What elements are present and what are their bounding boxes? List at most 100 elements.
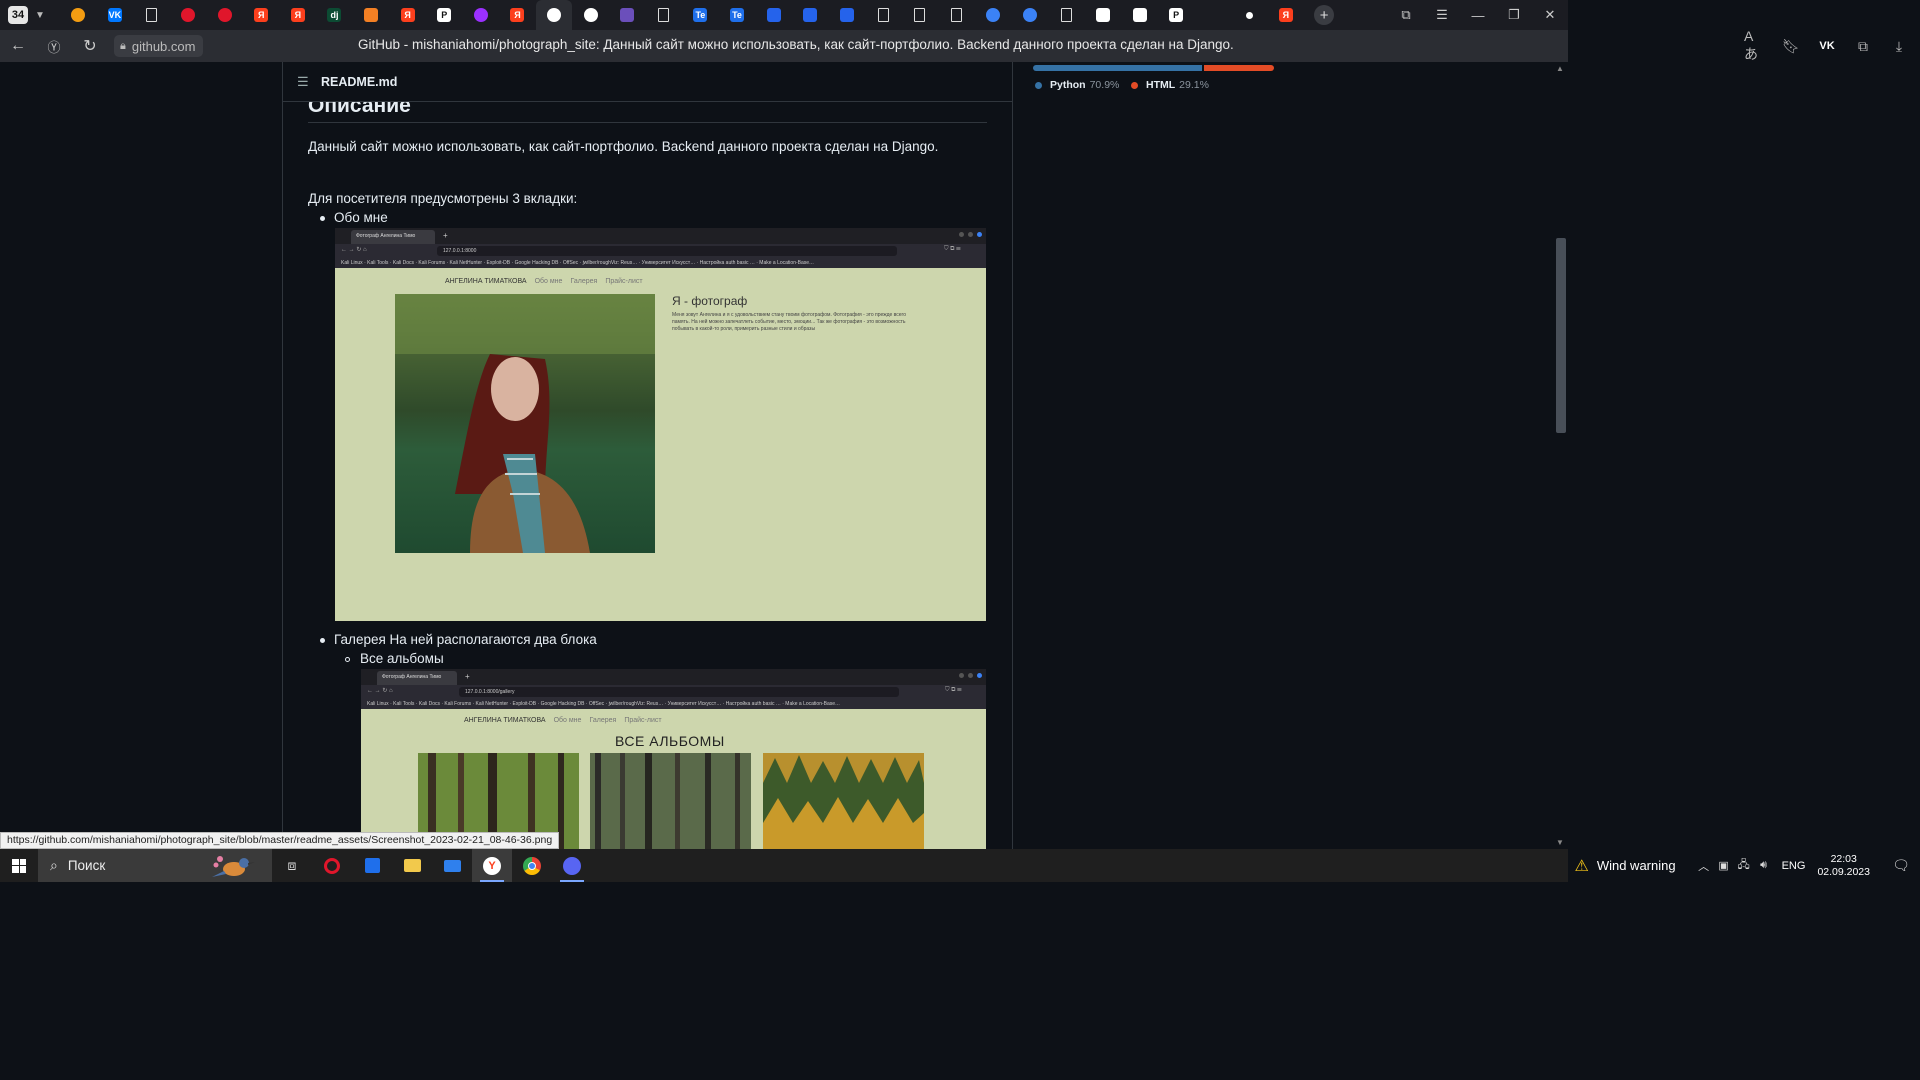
- site-nav-item: Галерея: [570, 278, 598, 285]
- browser-tab[interactable]: [463, 0, 500, 30]
- language-python[interactable]: Python 70.9%: [1035, 79, 1119, 91]
- browser-tab[interactable]: [755, 0, 792, 30]
- browser-tab[interactable]: [206, 0, 243, 30]
- notifications-icon[interactable]: 🗨︎: [1882, 857, 1920, 874]
- browser-tab[interactable]: Te: [719, 0, 756, 30]
- file-explorer-icon[interactable]: [392, 849, 432, 882]
- browser-tab[interactable]: [60, 0, 97, 30]
- browser-tab[interactable]: [170, 0, 207, 30]
- download-icon[interactable]: ⤓: [1888, 35, 1910, 57]
- back-icon[interactable]: ←: [0, 30, 36, 62]
- minimize-button[interactable]: —: [1460, 0, 1496, 30]
- browser-tab[interactable]: [792, 0, 829, 30]
- chevron-up-icon[interactable]: ︿: [1694, 858, 1714, 874]
- scrollbar-thumb[interactable]: [1556, 238, 1566, 433]
- browser-tab[interactable]: [572, 0, 609, 30]
- opera-taskbar-icon[interactable]: [312, 849, 352, 882]
- reload-icon[interactable]: ↻: [72, 30, 108, 62]
- start-button[interactable]: [0, 849, 38, 882]
- task-view-icon[interactable]: ⧈: [272, 849, 312, 882]
- tab-count-badge[interactable]: 34: [8, 6, 28, 24]
- screenshot-bookmarks: Kali Linux · Kali Tools · Kali Docs · Ka…: [335, 258, 986, 268]
- browser-tab[interactable]: [353, 0, 390, 30]
- browser-tab[interactable]: [535, 0, 573, 30]
- screenshot-url: 127.0.0.1:8000: [437, 246, 897, 256]
- list-icon[interactable]: ☰: [297, 74, 309, 90]
- lock-icon: 🔒︎: [120, 39, 126, 52]
- browser-tab[interactable]: [1085, 0, 1122, 30]
- vk-icon: VK: [107, 8, 122, 22]
- browser-tab[interactable]: [865, 0, 902, 30]
- restore-button[interactable]: ❐: [1496, 0, 1532, 30]
- browser-tab[interactable]: [975, 0, 1012, 30]
- about-screenshot[interactable]: Фотограф Ангелина Тимо + ← → ↻ ⌂ 127.0.0…: [335, 228, 986, 621]
- browser-tab[interactable]: [1011, 0, 1048, 30]
- browser-tab[interactable]: [1194, 0, 1231, 30]
- plus-icon: +: [443, 231, 448, 240]
- browser-tab[interactable]: Я: [499, 0, 536, 30]
- browser-tab[interactable]: P: [1158, 0, 1195, 30]
- browser-tab[interactable]: [1231, 0, 1268, 30]
- toolbar-icons: ⛉ ⧉ ☰: [944, 246, 961, 252]
- network-icon[interactable]: 🖧︎: [1734, 856, 1754, 875]
- dot-icon: [1245, 11, 1253, 19]
- language-bar-segment: [1033, 65, 1203, 71]
- browser-tab[interactable]: [938, 0, 975, 30]
- menu-icon[interactable]: ☰: [1424, 0, 1460, 30]
- browser-tab[interactable]: Я: [1268, 0, 1305, 30]
- domain-pill[interactable]: 🔒︎ github.com: [114, 35, 204, 57]
- gallery-screenshot[interactable]: Фотограф Ангелина Тимо + ← → ↻ ⌂ 127.0.0…: [361, 669, 986, 849]
- readme-file-name[interactable]: README.md: [321, 75, 397, 89]
- browser-tab[interactable]: P: [426, 0, 463, 30]
- bookmark-icon[interactable]: 🔖︎: [1780, 35, 1802, 57]
- yandex-browser-taskbar-icon[interactable]: Y: [472, 849, 512, 882]
- browser-tab[interactable]: [609, 0, 646, 30]
- vk-extension-icon[interactable]: VK: [1816, 35, 1838, 57]
- repo-sidebar: Python 70.9% HTML 29.1%: [1013, 62, 1554, 849]
- mail-taskbar-icon[interactable]: [432, 849, 472, 882]
- browser-tab[interactable]: [902, 0, 939, 30]
- discord-taskbar-icon[interactable]: [552, 849, 592, 882]
- browser-tab[interactable]: Я: [389, 0, 426, 30]
- cloud-icon: [71, 8, 86, 22]
- new-tab-button[interactable]: +: [1314, 5, 1335, 25]
- weather-widget[interactable]: ⚠ Wind warning: [1574, 856, 1675, 876]
- collections-icon[interactable]: ⧉: [1388, 0, 1424, 30]
- list-item: Обо мне: [334, 210, 388, 225]
- python-dot-icon: [1035, 81, 1042, 89]
- volume-icon[interactable]: 🔊︎: [1754, 859, 1774, 872]
- browser-tab[interactable]: VK: [97, 0, 134, 30]
- close-button[interactable]: ✕: [1532, 0, 1568, 30]
- site-nav-item: Прайс-лист: [624, 717, 662, 724]
- windows-logo-icon: [12, 858, 26, 873]
- taskbar-search[interactable]: ⌕ Поиск: [38, 849, 272, 882]
- scroll-up-icon[interactable]: ▲: [1556, 64, 1564, 73]
- browser-tab[interactable]: [646, 0, 683, 30]
- chrome-taskbar-icon[interactable]: [512, 849, 552, 882]
- browser-tab[interactable]: [1048, 0, 1085, 30]
- page-title[interactable]: GitHub - mishaniahomi/photograph_site: Д…: [358, 37, 1234, 52]
- document-icon: [951, 8, 963, 22]
- language-html[interactable]: HTML 29.1%: [1131, 79, 1209, 91]
- input-language[interactable]: ENG: [1782, 860, 1806, 872]
- blank-icon: [1206, 8, 1220, 22]
- camera-icon[interactable]: ▣: [1714, 859, 1734, 872]
- extensions-icon[interactable]: ⧉: [1852, 35, 1874, 57]
- browser-tab[interactable]: Я: [243, 0, 280, 30]
- browser-tab[interactable]: [133, 0, 170, 30]
- yandex-home-icon[interactable]: Ⓨ: [36, 30, 72, 62]
- chevron-down-icon[interactable]: ▼: [32, 6, 48, 24]
- browser-tab[interactable]: [828, 0, 865, 30]
- store-taskbar-icon[interactable]: [352, 849, 392, 882]
- page-scrollbar[interactable]: [1554, 62, 1568, 849]
- browser-tab[interactable]: [1121, 0, 1158, 30]
- browser-tab[interactable]: dj: [316, 0, 353, 30]
- clock[interactable]: 22:03 02.09.2023: [1817, 853, 1870, 879]
- scroll-down-icon[interactable]: ▼: [1556, 838, 1564, 847]
- github-icon: [547, 8, 562, 22]
- tab-strip: VK Я Яdj Я P Я Te Te P Я: [60, 0, 1304, 30]
- browser-tab[interactable]: Я: [280, 0, 317, 30]
- browser-tab[interactable]: Te: [682, 0, 719, 30]
- page-content: ☰ README.md Описание Данный сайт можно и…: [0, 62, 1568, 849]
- translate-icon[interactable]: Aあ: [1744, 28, 1766, 62]
